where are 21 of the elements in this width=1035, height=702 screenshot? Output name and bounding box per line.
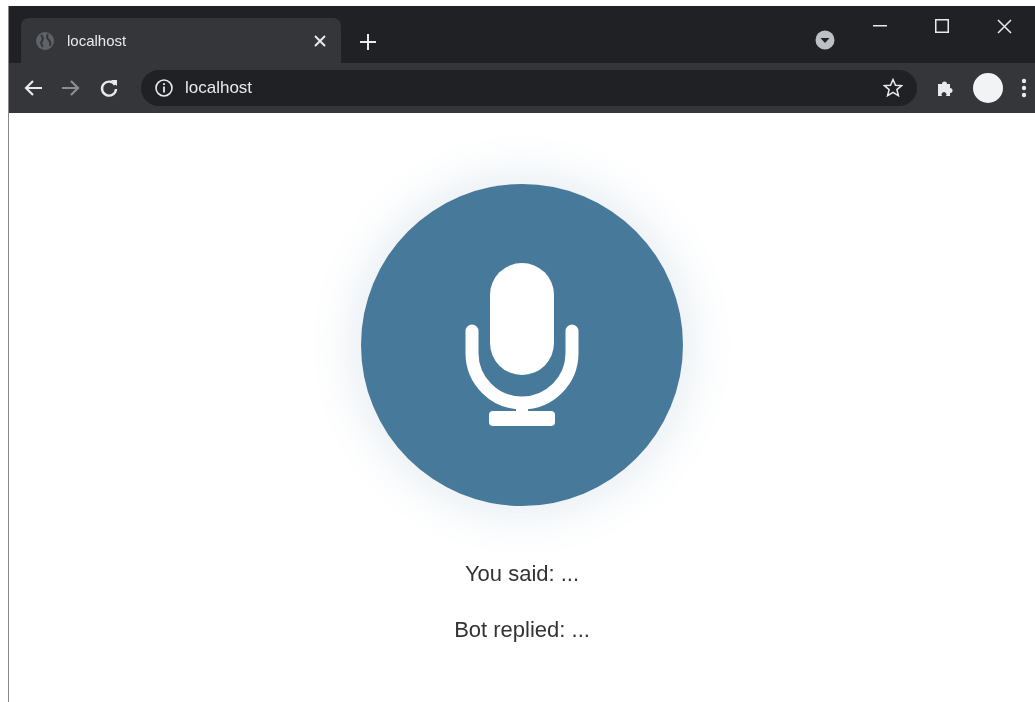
dropdown-icon[interactable] (815, 30, 835, 50)
star-icon[interactable] (883, 78, 903, 98)
transcript-line: Bot replied: ... (454, 617, 590, 643)
microphone-icon (465, 263, 579, 427)
transcript-line: You said: ... (464, 561, 580, 587)
browser-tab[interactable]: localhost (21, 18, 341, 63)
info-icon (155, 79, 173, 97)
tab-title: localhost (67, 32, 128, 49)
avatar-icon[interactable] (973, 73, 1003, 103)
reload-icon[interactable] (99, 78, 119, 98)
close-icon[interactable] (996, 18, 1012, 34)
url-text: localhost (185, 78, 254, 98)
back-arrow-icon[interactable] (23, 79, 43, 97)
plus-icon[interactable] (359, 33, 377, 51)
minimize-icon[interactable] (873, 25, 887, 27)
address-bar[interactable]: localhost (141, 70, 917, 106)
menu-icon[interactable] (1021, 78, 1027, 98)
maximize-icon[interactable] (935, 19, 949, 33)
globe-icon (35, 30, 55, 51)
close-icon[interactable] (313, 33, 327, 48)
forward-arrow-icon[interactable] (61, 79, 81, 97)
